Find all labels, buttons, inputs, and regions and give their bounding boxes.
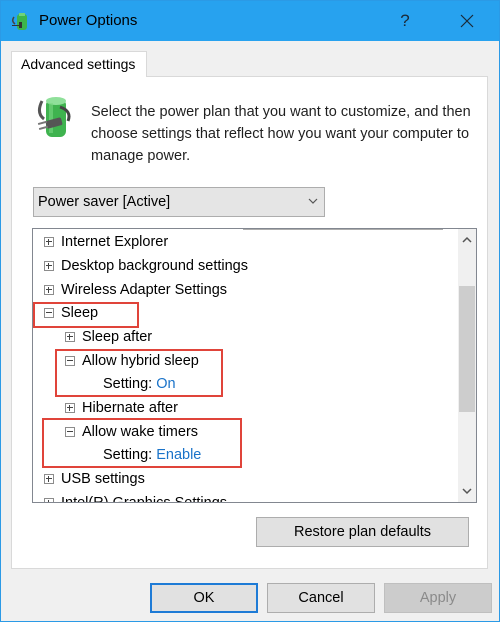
tree-scrollbar[interactable] <box>458 229 476 502</box>
window-title: Power Options <box>39 12 138 29</box>
close-icon <box>460 14 474 28</box>
chevron-down-icon <box>308 198 318 204</box>
expand-icon[interactable] <box>65 332 75 342</box>
expand-icon[interactable] <box>44 237 54 247</box>
apply-button: Apply <box>384 583 492 613</box>
collapse-icon[interactable] <box>65 356 75 366</box>
wake-timers-setting: Setting: Enable <box>103 447 202 463</box>
power-plan-dropdown[interactable]: Power saver [Active] <box>33 187 325 217</box>
ok-button[interactable]: OK <box>150 583 258 613</box>
close-button[interactable] <box>449 7 485 35</box>
chevron-down-icon <box>462 488 472 495</box>
battery-plug-icon <box>37 97 71 137</box>
scroll-down-button[interactable] <box>458 482 476 500</box>
tree-top-divider <box>243 229 443 230</box>
power-plan-selected: Power saver [Active] <box>38 194 171 210</box>
expand-icon[interactable] <box>44 498 54 502</box>
restore-plan-defaults-button[interactable]: Restore plan defaults <box>256 517 469 547</box>
chevron-up-icon <box>462 236 472 243</box>
help-button[interactable]: ? <box>391 7 419 35</box>
expand-icon[interactable] <box>44 261 54 271</box>
settings-tree: Internet Explorer Desktop background set… <box>32 228 477 503</box>
collapse-icon[interactable] <box>44 308 54 318</box>
advanced-settings-panel: Select the power plan that you want to c… <box>11 76 488 569</box>
power-options-window: Power Options ? Advanced settings Select… <box>0 0 500 622</box>
wake-timers-value[interactable]: Enable <box>156 447 201 463</box>
scroll-up-button[interactable] <box>458 231 476 249</box>
hybrid-sleep-setting: Setting: On <box>103 376 176 392</box>
expand-icon[interactable] <box>44 474 54 484</box>
expand-icon[interactable] <box>44 285 54 295</box>
intro-text: Select the power plan that you want to c… <box>91 104 471 164</box>
power-options-icon <box>11 13 27 30</box>
expand-icon[interactable] <box>65 403 75 413</box>
title-bar: Power Options ? <box>1 1 499 41</box>
collapse-icon[interactable] <box>65 427 75 437</box>
cancel-button[interactable]: Cancel <box>267 583 375 613</box>
hybrid-sleep-value[interactable]: On <box>156 376 175 392</box>
tab-advanced-settings[interactable]: Advanced settings <box>11 51 147 77</box>
scroll-thumb[interactable] <box>459 286 475 412</box>
